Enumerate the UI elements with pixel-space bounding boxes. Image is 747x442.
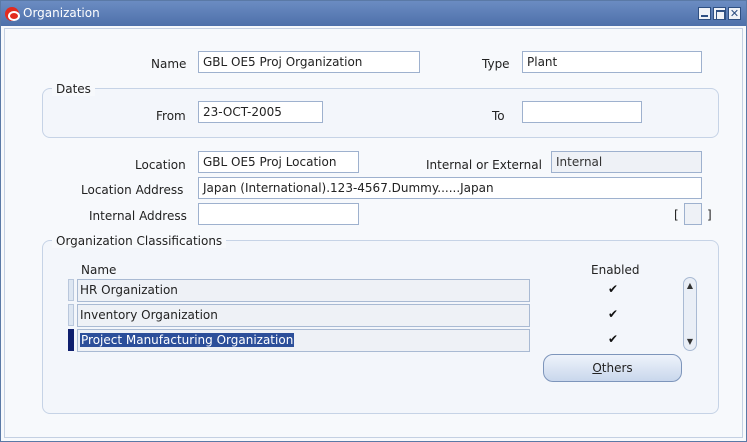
- title-bar[interactable]: Organization ✕: [1, 1, 746, 26]
- row-indicator-current[interactable]: [68, 329, 74, 351]
- location-field[interactable]: GBL OE5 Proj Location: [198, 151, 359, 173]
- classifications-group-title: Organization Classifications: [52, 234, 227, 248]
- type-label: Type: [482, 57, 510, 71]
- to-label: To: [492, 109, 505, 123]
- scroll-down-icon[interactable]: ▼: [685, 337, 695, 347]
- from-label: From: [156, 109, 186, 123]
- selected-text: Project Manufacturing Organization: [80, 333, 295, 347]
- others-button[interactable]: Others: [543, 354, 682, 382]
- organization-window: Organization ✕ Name GBL OE5 Proj Organiz…: [0, 0, 747, 442]
- classification-name-3[interactable]: Project Manufacturing Organization: [77, 329, 530, 352]
- location-address-field[interactable]: Japan (International).123-4567.Dummy....…: [198, 177, 702, 199]
- column-header-name: Name: [81, 263, 117, 277]
- form-content: Name GBL OE5 Proj Organization Type Plan…: [4, 28, 743, 438]
- window-title: Organization: [23, 6, 100, 20]
- maximize-icon[interactable]: [713, 7, 726, 20]
- enabled-checkbox-1[interactable]: ✔: [606, 282, 620, 296]
- dates-group-title: Dates: [52, 82, 95, 96]
- scroll-up-icon[interactable]: ▲: [685, 281, 695, 291]
- row-indicator[interactable]: [68, 304, 74, 326]
- location-label: Location: [135, 158, 186, 172]
- row-indicator[interactable]: [68, 279, 74, 301]
- name-field[interactable]: GBL OE5 Proj Organization: [198, 51, 420, 73]
- oracle-app-icon: [5, 7, 20, 21]
- enabled-checkbox-3[interactable]: ✔: [606, 332, 620, 346]
- type-field[interactable]: Plant: [522, 51, 702, 73]
- descriptive-flexfield[interactable]: [684, 203, 702, 225]
- location-address-label: Location Address: [81, 183, 184, 197]
- internal-external-field: Internal: [551, 151, 702, 173]
- bracket-right: ]: [707, 208, 712, 222]
- from-date-field[interactable]: 23-OCT-2005: [198, 101, 323, 123]
- enabled-checkbox-2[interactable]: ✔: [606, 307, 620, 321]
- internal-external-label: Internal or External: [426, 158, 542, 172]
- classifications-scrollbar[interactable]: ▲ ▼: [683, 277, 697, 351]
- internal-address-field[interactable]: [198, 203, 359, 225]
- bracket-left: [: [674, 208, 679, 222]
- classification-name-2[interactable]: Inventory Organization: [77, 304, 530, 327]
- others-mnemonic: O: [592, 361, 602, 375]
- close-icon[interactable]: ✕: [728, 7, 741, 20]
- to-date-field[interactable]: [522, 101, 642, 123]
- internal-address-label: Internal Address: [89, 209, 187, 223]
- column-header-enabled: Enabled: [591, 263, 640, 277]
- classification-name-1[interactable]: HR Organization: [77, 279, 530, 302]
- minimize-icon[interactable]: [698, 7, 711, 20]
- name-label: Name: [151, 57, 187, 71]
- others-label-rest: thers: [601, 361, 633, 375]
